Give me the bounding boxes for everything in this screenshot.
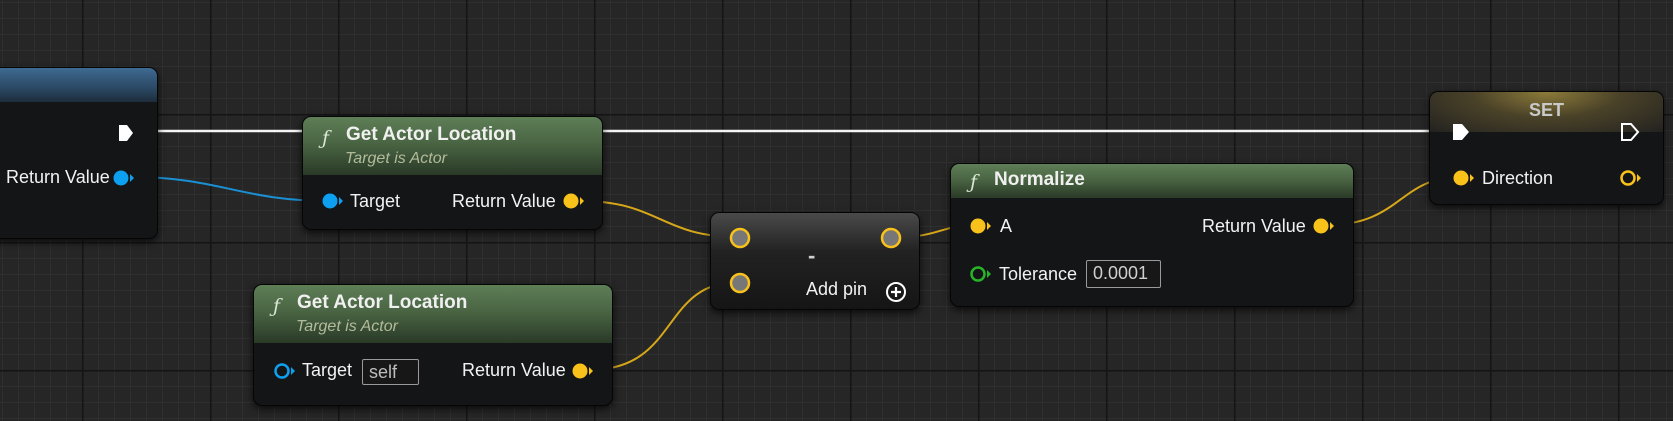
add-pin-label[interactable]: Add pin <box>806 279 867 300</box>
subtract-symbol: - <box>808 243 816 268</box>
node-title: Normalize <box>994 169 1085 190</box>
return-value-label: Return Value <box>462 360 566 380</box>
object-wire[interactable] <box>130 176 331 202</box>
node-title: Get Actor Location <box>297 292 468 313</box>
exec-in-icon[interactable] <box>1451 122 1471 142</box>
node-subtitle: Target is Actor <box>345 150 447 167</box>
vector-pin-icon[interactable] <box>729 227 751 249</box>
vector-pin-icon[interactable] <box>570 362 594 380</box>
object-pin-icon[interactable] <box>113 169 135 187</box>
vector-pin-icon[interactable] <box>880 227 902 249</box>
float-pin-icon[interactable] <box>968 265 992 283</box>
add-pin-icon[interactable] <box>885 281 907 303</box>
vector-pin-icon[interactable] <box>968 217 992 235</box>
a-label: A <box>1000 216 1013 236</box>
function-icon: ƒ <box>273 295 281 317</box>
set-variable-node[interactable]: SET Direction <box>1429 91 1664 205</box>
node-header <box>0 68 157 102</box>
variable-get-node[interactable]: Return Value <box>0 67 158 239</box>
tolerance-label: Tolerance <box>999 264 1078 284</box>
return-value-label: Return Value <box>1202 216 1306 236</box>
return-value-label: Return Value <box>452 191 556 211</box>
exec-out-icon[interactable] <box>117 123 135 143</box>
vector-pin-icon[interactable] <box>1451 169 1475 187</box>
vector-pin-icon[interactable] <box>561 192 585 210</box>
object-pin-icon[interactable] <box>272 362 296 380</box>
tolerance-input[interactable]: 0.0001 <box>1086 260 1161 288</box>
vector-pin-icon[interactable] <box>729 272 751 294</box>
node-header: ƒ Normalize <box>951 164 1353 198</box>
exec-out-icon[interactable] <box>1620 122 1640 142</box>
node-title: Get Actor Location <box>346 124 517 145</box>
object-pin-icon[interactable] <box>320 192 344 210</box>
wire-layer <box>130 129 1461 371</box>
vector-pin-icon[interactable] <box>1618 169 1642 187</box>
node-title: SET <box>1528 100 1564 120</box>
return-value-label: Return Value <box>6 167 110 187</box>
function-icon: ƒ <box>322 127 330 149</box>
function-icon: ƒ <box>970 171 978 193</box>
node-subtitle: Target is Actor <box>296 318 398 335</box>
get-actor-location-node[interactable]: ƒ Get Actor Location Target is Actor Tar… <box>253 284 613 406</box>
target-label: Target <box>302 360 353 380</box>
get-actor-location-node[interactable]: ƒ Get Actor Location Target is Actor Tar… <box>302 116 603 230</box>
node-header: ƒ Get Actor Location Target is Actor <box>303 117 602 175</box>
direction-label: Direction <box>1482 168 1554 188</box>
target-input[interactable]: self <box>362 359 419 385</box>
node-header: ƒ Get Actor Location Target is Actor <box>254 285 612 343</box>
subtract-node[interactable]: - Add pin <box>710 212 920 310</box>
target-label: Target <box>350 191 401 211</box>
vector-pin-icon[interactable] <box>1311 217 1335 235</box>
normalize-node[interactable]: ƒ Normalize A Return Value Tolerance 0.0… <box>950 163 1354 307</box>
